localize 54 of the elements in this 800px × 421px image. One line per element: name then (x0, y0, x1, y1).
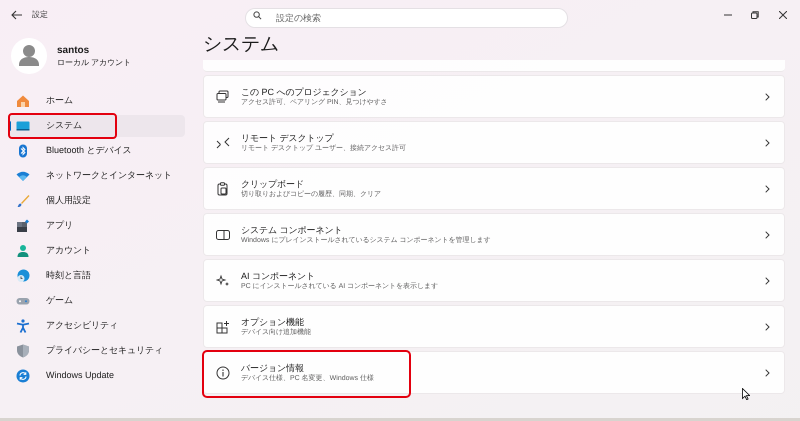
back-icon[interactable] (11, 10, 22, 20)
sparkle-icon (216, 274, 230, 288)
search-field[interactable]: 設定の検索 (245, 8, 568, 28)
setting-title: オプション機能 (241, 316, 305, 328)
home-icon (16, 94, 30, 108)
account-type: ローカル アカウント (57, 57, 132, 68)
sidebar-item[interactable]: アプリ (8, 215, 185, 237)
projector-icon (216, 90, 230, 104)
shield-icon (16, 344, 30, 358)
sidebar-item[interactable]: Bluetooth とデバイス (8, 140, 185, 162)
chevron-icon (765, 276, 770, 284)
sidebar-item[interactable]: ネットワークとインターネット (8, 165, 185, 187)
component-icon (216, 228, 230, 242)
accessibility-icon (16, 319, 30, 333)
sidebar-item[interactable]: ホーム (8, 90, 185, 112)
sidebar-item[interactable]: アクセシビリティ (8, 315, 185, 337)
add-feature-icon (216, 320, 230, 334)
chevron-icon (765, 230, 770, 238)
globe-clock-icon (16, 269, 30, 283)
monitor-icon (16, 119, 30, 133)
bluetooth-icon (16, 144, 30, 158)
cursor-icon (742, 388, 750, 400)
chevron-icon (765, 184, 770, 192)
sidebar-item[interactable]: 個人用設定 (8, 190, 185, 212)
setting-title: バージョン情報 (241, 362, 305, 374)
close-icon[interactable] (779, 11, 787, 19)
page-title: システム (203, 33, 280, 57)
sidebar-item[interactable]: アカウント (8, 240, 185, 262)
chevron-icon (765, 92, 770, 100)
setting-title: クリップボード (241, 178, 305, 190)
apps-icon (16, 219, 30, 233)
refresh-icon (16, 369, 30, 383)
window-title: 設定 (32, 9, 48, 21)
setting-title: システム コンポーネント (241, 224, 344, 236)
person-icon (16, 244, 30, 258)
info-icon (216, 366, 230, 380)
sidebar-item[interactable]: 時刻と言語 (8, 265, 185, 287)
clipboard-icon (216, 182, 230, 196)
remote-icon (216, 136, 230, 150)
sidebar-item[interactable]: プライバシーとセキュリティ (8, 340, 185, 362)
chevron-icon (765, 138, 770, 146)
setting-title: AI コンポーネント (241, 270, 316, 282)
sidebar-item[interactable]: Windows Update (8, 365, 185, 387)
chevron-icon (765, 368, 770, 376)
chevron-icon (765, 322, 770, 330)
brush-icon (16, 194, 30, 208)
user-name: santos (57, 44, 90, 57)
setting-title: この PC へのプロジェクション (241, 86, 368, 98)
search-icon (253, 10, 262, 20)
avatar-icon (11, 38, 47, 74)
sidebar-item[interactable]: ゲーム (8, 290, 185, 312)
wifi-icon (16, 169, 30, 183)
restore-icon[interactable] (751, 11, 759, 19)
setting-title: リモート デスクトップ (241, 132, 335, 144)
